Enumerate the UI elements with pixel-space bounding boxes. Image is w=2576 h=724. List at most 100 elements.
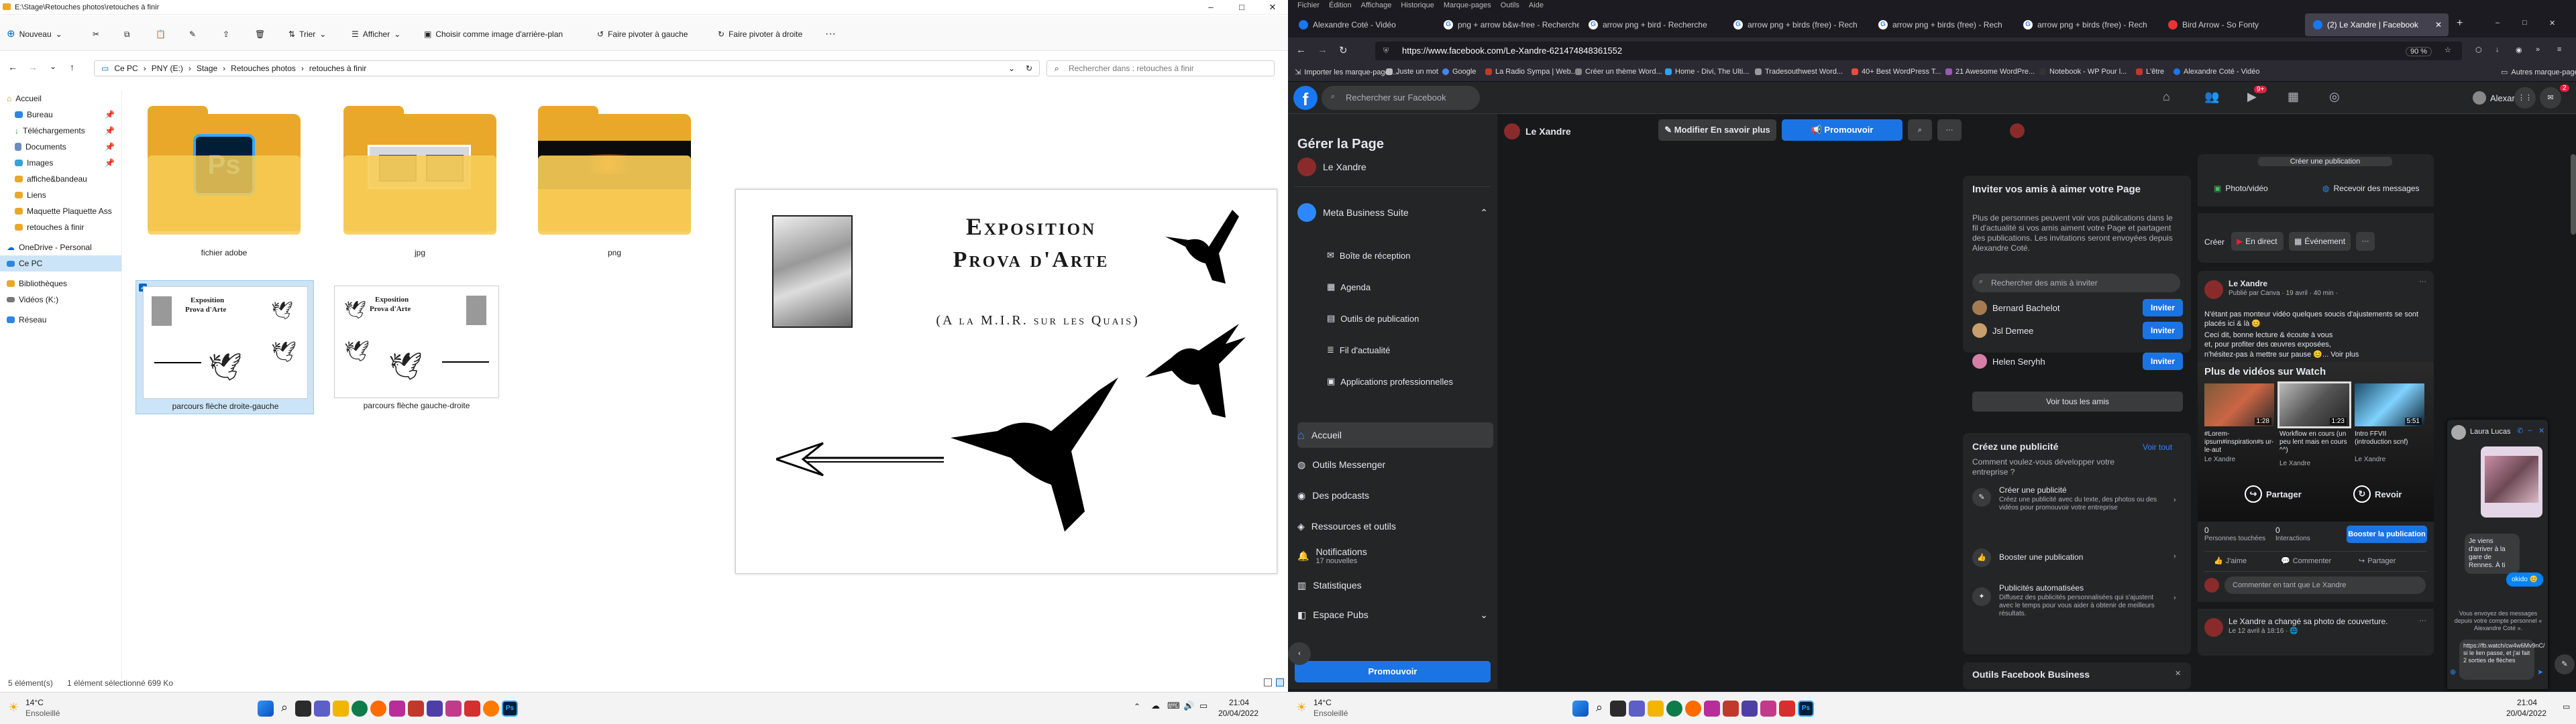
search-icon[interactable]: ⌕ (1908, 119, 1932, 141)
edge-icon[interactable] (1666, 701, 1682, 717)
meta-item-publishing[interactable]: ▤ Outils de publication (1327, 313, 1419, 324)
app-icon[interactable] (1779, 701, 1795, 717)
new-button[interactable]: ⊕ Nouveau ⌄ (7, 25, 62, 43)
app-icon[interactable] (483, 701, 499, 717)
header-promote-button[interactable]: 📢 Promouvoir (1782, 119, 1902, 141)
explorer-icon[interactable] (1648, 701, 1664, 717)
share-icon[interactable]: ⇪ (223, 25, 229, 43)
scrollbar[interactable] (2571, 154, 2576, 235)
messenger-icon[interactable]: ✉ (2540, 87, 2561, 109)
app-icon[interactable] (1723, 701, 1739, 717)
bookmark-item[interactable]: 40+ Best WordPress T... (1851, 68, 1941, 76)
get-messages-button[interactable]: ◍ Recevoir des messages (2322, 184, 2420, 193)
close-icon[interactable]: ✕ (2549, 19, 2555, 27)
photo-video-button[interactable]: ▣ Photo/vidéo (2214, 184, 2268, 193)
close-tab-icon[interactable]: ✕ (2435, 20, 2442, 29)
tab[interactable]: Garrow png + birds (free) - Rech (1725, 13, 1869, 36)
volume-icon[interactable]: 🔊 (1183, 701, 1194, 711)
see-all-friends-button[interactable]: Voir tous les amis (1972, 391, 2183, 412)
nav-item-desktop[interactable]: Bureau 📌 (0, 107, 121, 123)
meta-business-suite[interactable]: Meta Business Suite ⌃ (1297, 200, 1493, 225)
close-icon[interactable]: ✕ (2538, 426, 2544, 435)
bookmark-item[interactable]: Google (1442, 68, 1476, 76)
nav-item-maquette[interactable]: Maquette Plaquette Ass (0, 203, 121, 219)
sort-button[interactable]: ⇅ Trier ⌄ (288, 25, 326, 43)
app-icon[interactable] (464, 701, 480, 717)
bookmark-item[interactable]: Tradesouthwest Word... (1755, 68, 1843, 76)
nav-item-home[interactable]: ⌂ Accueil (0, 90, 121, 107)
more-icon[interactable]: ··· (1937, 119, 1962, 141)
bookmark-item[interactable]: Juste un mot (1386, 68, 1438, 76)
more-icon[interactable]: ··· (2419, 617, 2426, 625)
minimize-button[interactable]: – (1195, 0, 1226, 15)
invite-button[interactable]: Inviter (2143, 322, 2183, 339)
friends-icon[interactable]: 👥 (2204, 90, 2219, 104)
clock-time[interactable]: 21:04 (2517, 698, 2537, 707)
battery-icon[interactable]: ▭ (1199, 701, 1208, 711)
nav-item-onedrive[interactable]: ☁ OneDrive - Personal (0, 239, 121, 255)
bookmark-folder[interactable]: ▭ Autres marque-pages (2501, 68, 2576, 77)
share-button[interactable]: ↪ Partager (2359, 556, 2396, 566)
folder-item[interactable]: Ps fichier adobe (148, 106, 301, 257)
minimize-icon[interactable]: – (2496, 19, 2500, 27)
sidebar-item-home[interactable]: ⌂ Accueil (1297, 422, 1493, 448)
notification-icon[interactable]: ▭ (2563, 702, 2570, 711)
bookmark-item[interactable]: La Radio Sympa | Web... (1485, 68, 1577, 76)
app-icon[interactable] (445, 701, 462, 717)
chevron-down-icon[interactable]: ⌄ (1008, 64, 1015, 73)
auto-ads-option[interactable]: ✦ Publicités automatisées Diffusez des p… (1972, 582, 2182, 629)
breadcrumb-item[interactable]: PNY (E:) (152, 64, 183, 73)
meta-item-inbox[interactable]: ✉ Boîte de réception (1327, 250, 1410, 261)
invite-button[interactable]: Inviter (2143, 353, 2183, 370)
sidebar-item-ads[interactable]: ◧ Espace Pubs ⌄ (1297, 602, 1493, 627)
folder-item[interactable]: jpg (343, 106, 496, 257)
clock-date[interactable]: 20/04/2022 (1218, 709, 1258, 718)
shield-icon[interactable]: ⛨ (1383, 47, 1389, 56)
account-icon[interactable]: ◉ (2516, 46, 2522, 54)
video-title[interactable]: Intro FFVII (introduction scnf) (2355, 430, 2424, 446)
tab-active[interactable]: (2) Le Xandre | Facebook ✕ (2305, 13, 2449, 36)
nav-item-network[interactable]: Réseau (0, 312, 121, 328)
nav-item-libraries[interactable]: Bibliothèques (0, 276, 121, 292)
forward-icon[interactable]: → (1318, 44, 1328, 56)
app-icon[interactable] (1741, 701, 1758, 717)
photoshop-icon[interactable]: Ps (502, 701, 518, 717)
create-ad-option[interactable]: ✎ Créer une publicité Créez une publicit… (1972, 484, 2182, 528)
like-button[interactable]: 👍 J'aime (2214, 556, 2247, 566)
meta-item-feed[interactable]: ≣ Fil d'actualité (1327, 345, 1390, 355)
groups-icon[interactable]: ◎ (2329, 90, 2340, 104)
post-author[interactable]: Le Xandre (2229, 279, 2267, 288)
promote-button[interactable]: Promouvoir (1295, 661, 1491, 682)
close-icon[interactable]: ✕ (2175, 669, 2181, 678)
clock-time[interactable]: 21:04 (1229, 698, 1249, 707)
home-icon[interactable]: ⌂ (2163, 90, 2170, 104)
teams-icon[interactable] (314, 701, 330, 717)
tab[interactable]: Garrow png + bird - Recherche (1580, 13, 1724, 36)
tab[interactable]: Alexandre Coté - Vidéo (1291, 13, 1434, 36)
bookmark-item[interactable]: Notebook - WP Pour l... (2039, 68, 2127, 76)
menu-item[interactable]: Marque-pages (1444, 0, 1491, 11)
invite-search-input[interactable]: Rechercher des amis à inviter (1972, 274, 2180, 292)
menu-item[interactable]: Fichier (1297, 0, 1320, 11)
collapse-sidebar-icon[interactable]: ‹ (1288, 642, 1311, 665)
event-button[interactable]: ▦ Événement (2289, 232, 2351, 251)
breadcrumb-item[interactable]: retouches à finir (309, 64, 366, 73)
breadcrumb-item[interactable]: Ce PC (114, 64, 138, 73)
menu-item[interactable]: Outils (1501, 0, 1519, 11)
menu-item[interactable]: Affichage (1361, 0, 1392, 11)
back-icon[interactable]: ← (1296, 44, 1306, 56)
url-bar[interactable]: https://www.facebook.com/Le-Xandre-62147… (1375, 42, 2462, 60)
ad-see-all-link[interactable]: Voir tout (2143, 442, 2172, 452)
firefox-icon[interactable] (370, 701, 386, 717)
menu-item[interactable]: Aide (1529, 0, 1544, 11)
chat-input[interactable]: https://fb.watch/cw4w6Mv9nC/ si le lien … (2459, 640, 2545, 680)
search-input[interactable]: Rechercher dans : retouches à finir (1046, 60, 1275, 76)
nav-item-liens[interactable]: Liens (0, 187, 121, 203)
nav-item-documents[interactable]: Documents 📌 (0, 139, 121, 155)
photoshop-icon[interactable]: Ps (1798, 701, 1814, 717)
details-view-icon[interactable] (1264, 678, 1272, 686)
refresh-icon[interactable]: ↻ (1026, 64, 1032, 73)
more-button[interactable]: ··· (825, 25, 836, 43)
pocket-icon[interactable]: ⬡ (2475, 46, 2482, 54)
rotate-left-button[interactable]: ↺ Faire pivoter à gauche (597, 25, 688, 43)
